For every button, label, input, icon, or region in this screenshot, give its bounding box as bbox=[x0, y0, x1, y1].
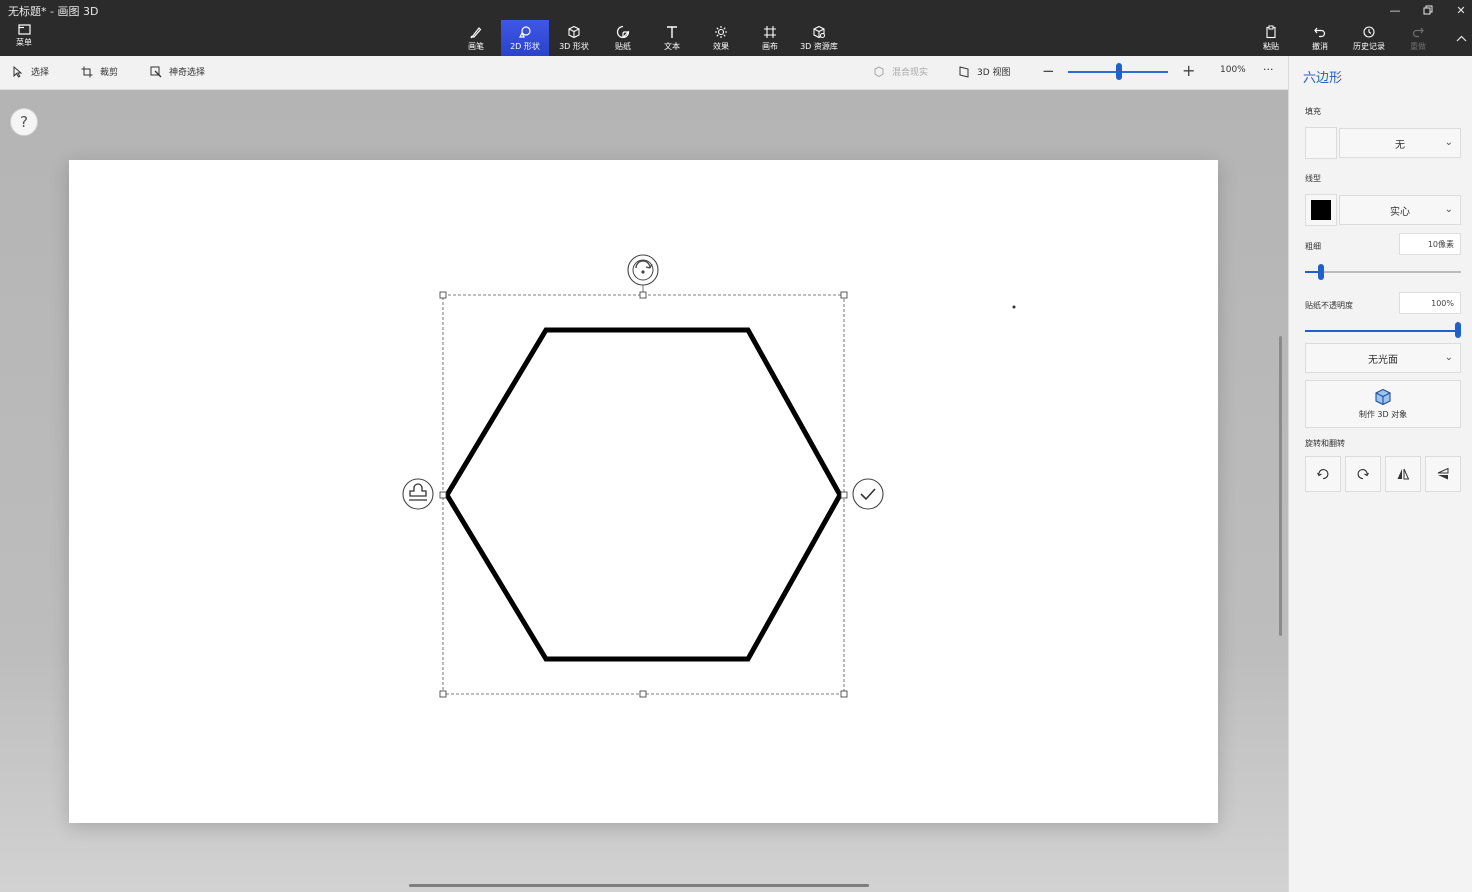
thickness-input[interactable]: 10像素 bbox=[1399, 233, 1461, 255]
undo-button[interactable]: 撤消 bbox=[1296, 20, 1344, 56]
history-icon bbox=[1363, 25, 1375, 38]
toolbar: 选择 裁剪 神奇选择 混合现实 3D 视图 − + 100% ··· bbox=[0, 56, 1288, 90]
horizontal-scrollbar[interactable] bbox=[409, 884, 869, 887]
thickness-label: 粗细 bbox=[1305, 242, 1321, 251]
redo-button[interactable]: 重做 bbox=[1394, 20, 1442, 56]
paste-icon bbox=[1266, 25, 1276, 38]
crop-icon bbox=[81, 66, 93, 77]
mixed-reality-icon bbox=[874, 65, 884, 77]
stray-dot bbox=[1012, 305, 1016, 309]
rotate-handle-icon[interactable] bbox=[627, 254, 659, 286]
zoom-level: 100% bbox=[1220, 65, 1246, 75]
select-tool[interactable]: 选择 bbox=[12, 65, 49, 78]
magic-select-tool[interactable]: 神奇选择 bbox=[150, 65, 205, 78]
fill-label: 填充 bbox=[1305, 107, 1321, 116]
3d-view-button[interactable]: 3D 视图 bbox=[958, 65, 1011, 78]
shape-overlay bbox=[402, 254, 1016, 698]
cube-icon bbox=[1375, 388, 1391, 406]
make-3d-button[interactable]: 制作 3D 对象 bbox=[1305, 380, 1461, 428]
window-title: 无标题* - 画图 3D bbox=[8, 5, 99, 18]
panel-title: 六边形 bbox=[1303, 71, 1343, 86]
3d-shapes-icon bbox=[568, 25, 580, 38]
cursor-icon bbox=[13, 65, 23, 78]
tab-text[interactable]: 文本 bbox=[648, 20, 696, 56]
menu-button[interactable]: 菜单 bbox=[8, 24, 40, 52]
workspace: ? bbox=[0, 90, 1288, 892]
3d-view-icon bbox=[959, 65, 969, 78]
flip-vertical-button[interactable] bbox=[1425, 456, 1461, 492]
canvas-icon bbox=[764, 25, 776, 38]
chevron-down-icon: ⌄ bbox=[1444, 204, 1453, 215]
flip-horizontal-button[interactable] bbox=[1385, 456, 1421, 492]
tab-3d-shapes[interactable]: 3D 形状 bbox=[550, 20, 598, 56]
rotate-left-button[interactable] bbox=[1305, 456, 1341, 492]
paste-button[interactable]: 粘贴 bbox=[1247, 20, 1295, 56]
hexagon-shape[interactable] bbox=[444, 327, 843, 662]
flip-vertical-icon bbox=[1437, 467, 1449, 480]
tab-brushes[interactable]: 画笔 bbox=[452, 20, 500, 56]
chevron-down-icon: ⌄ bbox=[1444, 137, 1453, 148]
thickness-slider-track[interactable] bbox=[1305, 271, 1461, 273]
line-color-swatch[interactable] bbox=[1305, 194, 1337, 226]
text-icon bbox=[667, 25, 677, 38]
undo-icon bbox=[1314, 27, 1326, 37]
stamp-icon[interactable] bbox=[402, 478, 434, 510]
magic-select-icon bbox=[150, 66, 162, 77]
finish-dropdown[interactable]: 无光面 ⌄ bbox=[1305, 343, 1461, 373]
opacity-slider-thumb[interactable] bbox=[1455, 322, 1461, 338]
rotate-flip-label: 旋转和翻转 bbox=[1305, 439, 1345, 448]
line-color-fill bbox=[1311, 200, 1331, 220]
fill-color-swatch[interactable] bbox=[1305, 127, 1337, 159]
minimize-icon[interactable]: — bbox=[1378, 0, 1412, 20]
crop-tool[interactable]: 裁剪 bbox=[81, 65, 118, 78]
opacity-input[interactable]: 100% bbox=[1399, 292, 1461, 314]
mixed-reality-button[interactable]: 混合现实 bbox=[873, 65, 928, 78]
2d-shapes-icon bbox=[519, 25, 531, 38]
restore-icon[interactable] bbox=[1411, 0, 1445, 20]
tab-2d-shapes[interactable]: 2D 形状 bbox=[501, 20, 549, 56]
chevron-down-icon: ⌄ bbox=[1444, 352, 1453, 363]
line-type-dropdown[interactable]: 实心 ⌄ bbox=[1339, 195, 1461, 225]
close-icon[interactable]: ✕ bbox=[1444, 0, 1472, 20]
sticker-icon bbox=[616, 25, 630, 38]
tab-effects[interactable]: 效果 bbox=[697, 20, 745, 56]
rotate-left-icon bbox=[1317, 469, 1329, 480]
tab-stickers[interactable]: 贴纸 bbox=[599, 20, 647, 56]
3d-library-icon bbox=[813, 25, 825, 38]
rotate-right-button[interactable] bbox=[1345, 456, 1381, 492]
thickness-slider-thumb[interactable] bbox=[1317, 264, 1324, 280]
folder-icon bbox=[17, 24, 31, 35]
opacity-slider-fill bbox=[1305, 330, 1461, 332]
confirm-check-icon[interactable] bbox=[852, 478, 884, 510]
line-type-label: 线型 bbox=[1305, 174, 1321, 183]
redo-icon bbox=[1412, 27, 1424, 37]
more-options-icon[interactable]: ··· bbox=[1263, 63, 1274, 76]
effects-icon bbox=[715, 25, 727, 38]
opacity-label: 贴纸不透明度 bbox=[1305, 301, 1353, 310]
collapse-ribbon-icon[interactable] bbox=[1444, 28, 1472, 48]
brush-icon bbox=[470, 26, 482, 38]
fill-dropdown[interactable]: 无 ⌄ bbox=[1339, 128, 1461, 158]
zoom-out-icon[interactable]: − bbox=[1042, 62, 1055, 80]
vertical-scrollbar[interactable] bbox=[1279, 336, 1282, 636]
history-button[interactable]: 历史记录 bbox=[1345, 20, 1393, 56]
title-ribbon-bar: 无标题* - 画图 3D — ✕ 菜单 画笔 2D 形状 3D 形状 贴纸 文本… bbox=[0, 0, 1472, 56]
rotate-right-icon bbox=[1357, 469, 1369, 480]
tab-3d-library[interactable]: 3D 资源库 bbox=[795, 20, 843, 56]
tab-canvas[interactable]: 画布 bbox=[746, 20, 794, 56]
flip-horizontal-icon bbox=[1397, 468, 1410, 480]
properties-panel: 六边形 填充 无 ⌄ 线型 实心 ⌄ 粗细 10像素 贴纸不透明度 100% 无… bbox=[1288, 56, 1472, 892]
zoom-slider-thumb[interactable] bbox=[1116, 63, 1122, 80]
zoom-in-icon[interactable]: + bbox=[1182, 61, 1195, 80]
